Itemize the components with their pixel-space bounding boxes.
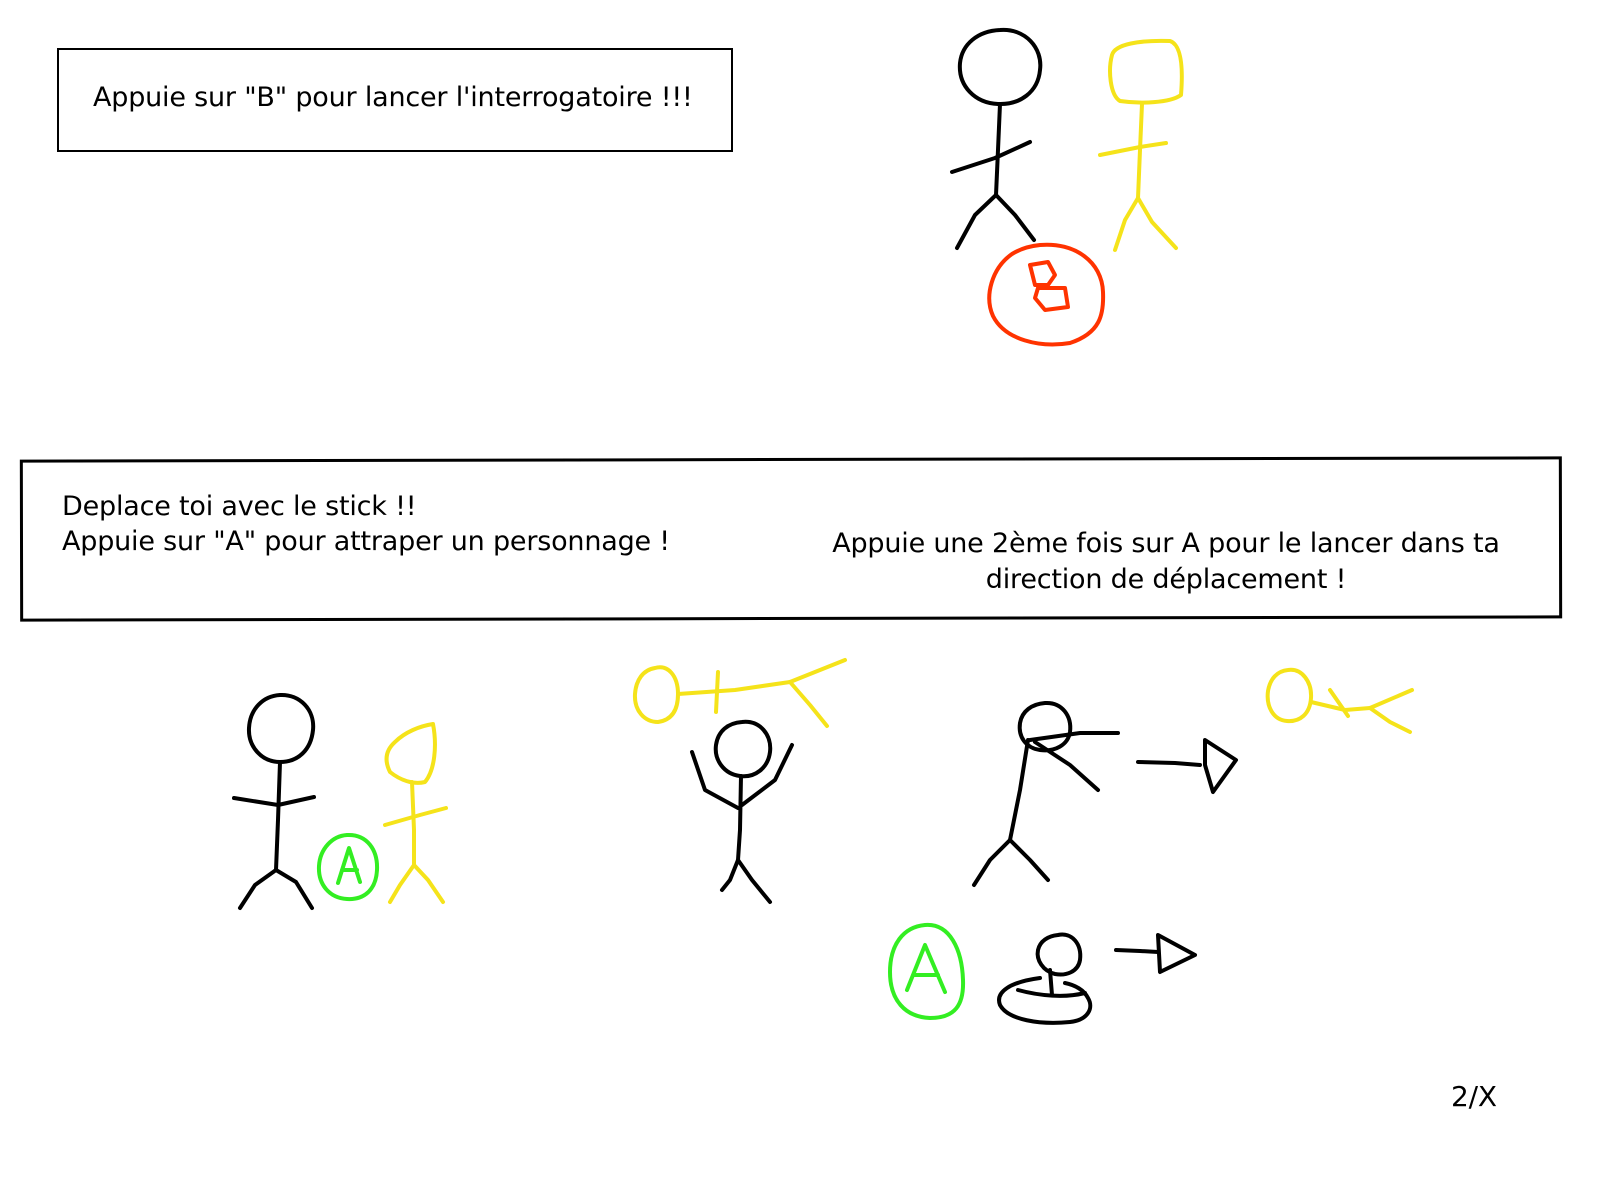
npc-stick-figure-thrown — [1265, 667, 1414, 734]
npc-stick-figure-lifted — [632, 658, 847, 728]
a-button-icon-throw — [888, 922, 966, 1020]
a-button-icon-grab — [316, 832, 380, 902]
npc-stick-figure-top — [1098, 38, 1184, 252]
throw-direction-arrow — [1136, 738, 1238, 794]
player-stick-figure-lifting — [690, 719, 794, 904]
b-button-icon — [987, 242, 1106, 347]
player-stick-figure-throwing — [972, 700, 1120, 887]
npc-stick-figure-grab — [383, 722, 448, 904]
player-stick-figure-top — [950, 27, 1043, 250]
player-stick-figure-grab — [232, 692, 316, 910]
joystick-icon — [997, 932, 1093, 1025]
stick-direction-arrow — [1114, 933, 1197, 974]
illustration-canvas — [232, 27, 1414, 1025]
